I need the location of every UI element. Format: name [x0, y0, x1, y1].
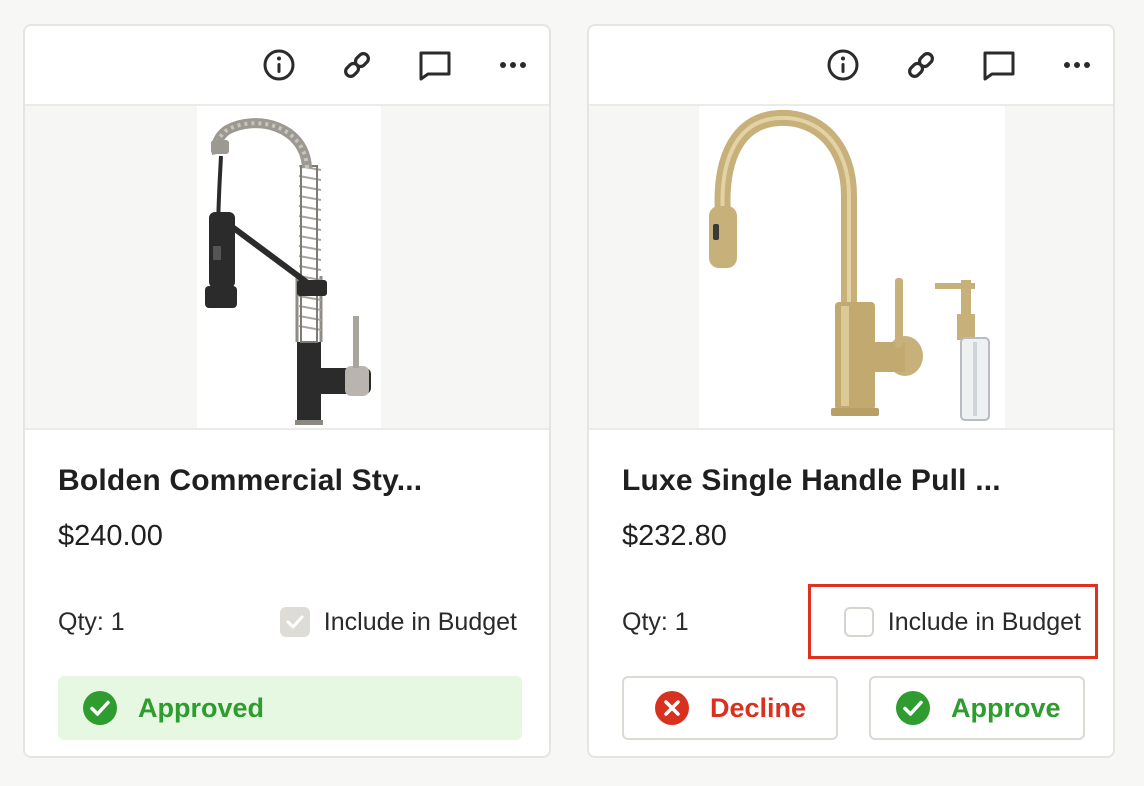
product-name[interactable]: Luxe Single Handle Pull ...: [622, 464, 1042, 498]
card-toolbar: [589, 26, 1113, 106]
product-card-1: Bolden Commercial Sty... $240.00 Qty: 1 …: [23, 24, 551, 758]
gold-faucet-image: [709, 109, 990, 421]
more-icon[interactable]: [493, 45, 533, 85]
product-price: $232.80: [622, 520, 727, 552]
quantity-label: Qty: 1: [622, 608, 689, 636]
black-faucet-image: [205, 118, 371, 425]
x-circle-icon: [655, 691, 689, 725]
product-name[interactable]: Bolden Commercial Sty...: [58, 464, 478, 498]
link-icon[interactable]: [337, 45, 377, 85]
comment-icon[interactable]: [979, 45, 1019, 85]
decline-button[interactable]: Decline: [622, 676, 838, 740]
product-price: $240.00: [58, 520, 163, 552]
product-card-2: Luxe Single Handle Pull ... $232.80 Qty:…: [587, 24, 1115, 758]
decline-label: Decline: [710, 692, 807, 723]
include-in-budget-toggle[interactable]: Include in Budget: [843, 598, 1081, 646]
link-icon[interactable]: [901, 45, 941, 85]
product-image[interactable]: [699, 106, 1005, 428]
checkmark-icon: [286, 615, 304, 629]
budget-checkbox[interactable]: [843, 607, 874, 637]
info-icon[interactable]: [259, 45, 299, 85]
approved-label: Approved: [138, 692, 265, 723]
card-toolbar: [25, 26, 549, 106]
more-icon[interactable]: [1057, 45, 1097, 85]
budget-label: Include in Budget: [323, 607, 517, 636]
approve-button[interactable]: Approve: [869, 676, 1085, 740]
comment-icon[interactable]: [415, 45, 455, 85]
budget-label: Include in Budget: [887, 607, 1081, 636]
product-image-area: [25, 106, 549, 430]
quantity-label: Qty: 1: [58, 608, 125, 636]
include-in-budget-toggle[interactable]: Include in Budget: [279, 598, 517, 646]
product-image[interactable]: [197, 106, 381, 428]
approve-label: Approve: [951, 692, 1061, 723]
check-circle-icon: [83, 691, 117, 725]
budget-checkbox[interactable]: [279, 607, 310, 637]
info-icon[interactable]: [823, 45, 863, 85]
approved-status-badge: Approved: [58, 676, 522, 740]
product-image-area: [589, 106, 1113, 430]
check-circle-icon: [896, 691, 930, 725]
